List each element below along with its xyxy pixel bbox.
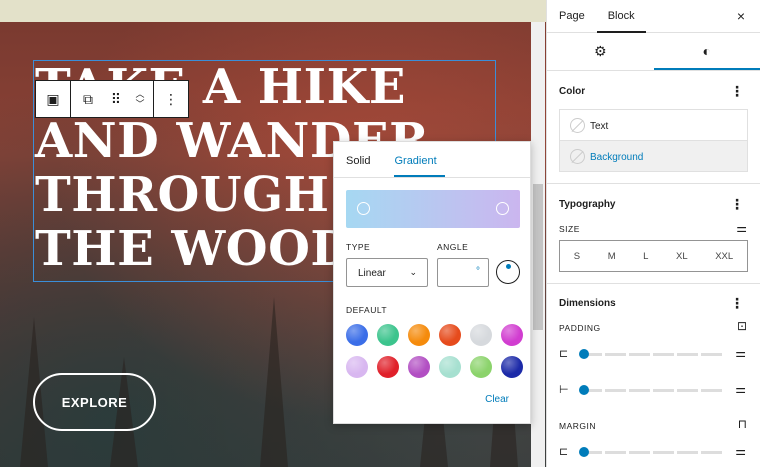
color-panel-title: Color: [559, 86, 586, 97]
padding-vertical-slider[interactable]: ⊏ ⚌: [559, 346, 748, 362]
custom-size-icon[interactable]: ⚌: [736, 221, 747, 235]
tab-solid[interactable]: Solid: [346, 142, 370, 177]
angle-dial[interactable]: [496, 260, 520, 284]
empty-color-icon: [570, 149, 585, 164]
block-toolbar: ▣ ⧉ ⠿ ︿ ﹀ ⋮: [35, 80, 189, 118]
canvas-scrollbar-thumb[interactable]: [533, 184, 543, 330]
gradient-popover: Solid Gradient TYPE ANGLE Linear ⌄ ° DEF…: [333, 141, 531, 424]
size-label: SIZE: [559, 224, 580, 234]
popover-tabs: Solid Gradient: [334, 142, 530, 178]
editor-canvas[interactable]: TAKE A HIKE AND WANDER THROUGH THE WOODS…: [0, 0, 546, 467]
color-item-label: Text: [590, 121, 609, 132]
gradient-swatch[interactable]: [439, 356, 461, 378]
angle-unit: °: [476, 266, 480, 277]
angle-dial-indicator: [506, 264, 511, 269]
vertical-sides-icon: ⊏: [559, 446, 569, 458]
dimensions-panel-title: Dimensions: [559, 298, 616, 309]
clear-button[interactable]: Clear: [485, 394, 509, 405]
gradient-swatch[interactable]: [470, 324, 492, 346]
size-l[interactable]: L: [643, 251, 648, 262]
padding-label: PADDING: [559, 323, 601, 333]
color-item-background[interactable]: Background: [559, 140, 748, 172]
angle-label: ANGLE: [437, 242, 469, 252]
gradient-swatch[interactable]: [501, 356, 523, 378]
slider-track[interactable]: [581, 389, 723, 392]
canvas-top-strip: [0, 0, 546, 22]
gradient-swatch[interactable]: [408, 356, 430, 378]
styles-contrast-icon[interactable]: ◐: [653, 33, 760, 70]
gradient-swatch[interactable]: [408, 324, 430, 346]
default-palette-label: DEFAULT: [346, 305, 388, 315]
tree-silhouette: [260, 297, 288, 467]
slider-handle[interactable]: [579, 385, 589, 395]
slider-handle[interactable]: [579, 447, 589, 457]
color-options-icon[interactable]: ⋮: [730, 83, 744, 100]
settings-gear-icon[interactable]: ⚙: [547, 33, 654, 70]
dimensions-options-icon[interactable]: ⋮: [730, 295, 744, 312]
custom-value-icon[interactable]: ⚌: [735, 382, 746, 396]
tab-block[interactable]: Block: [596, 0, 646, 33]
tab-page[interactable]: Page: [547, 0, 597, 33]
size-s[interactable]: S: [574, 251, 580, 262]
gradient-stop-handle[interactable]: [496, 202, 509, 215]
color-item-text[interactable]: Text: [559, 109, 748, 141]
slider-handle[interactable]: [579, 349, 589, 359]
gradient-bar[interactable]: [346, 190, 520, 228]
custom-value-icon[interactable]: ⚌: [735, 346, 746, 360]
dimensions-panel: Dimensions ⋮ PADDING ⊡ ⊏ ⚌ ⊢ ⚌ MARGIN ⊓ …: [547, 284, 760, 467]
move-up-down-icon[interactable]: ︿ ﹀: [127, 81, 153, 117]
gradient-swatch[interactable]: [346, 324, 368, 346]
toolbar-group-options: ⋮: [154, 81, 188, 117]
type-select-value: Linear: [358, 268, 386, 279]
empty-color-icon: [570, 118, 585, 133]
gradient-swatch[interactable]: [470, 356, 492, 378]
settings-sidebar: Page Block × ⚙ ◐ Color ⋮ Text Background…: [546, 0, 760, 467]
margin-vertical-slider[interactable]: ⊏ ⚌: [559, 444, 748, 460]
tab-gradient[interactable]: Gradient: [394, 142, 445, 177]
padding-horizontal-slider[interactable]: ⊢ ⚌: [559, 382, 748, 398]
inspector-subtabs: ⚙ ◐: [547, 33, 760, 71]
gradient-swatch[interactable]: [377, 356, 399, 378]
gradient-swatch[interactable]: [377, 324, 399, 346]
toolbar-group-move: ⧉ ⠿ ︿ ﹀: [71, 81, 154, 117]
gradient-swatch[interactable]: [439, 324, 461, 346]
duplicate-icon[interactable]: ⧉: [71, 81, 105, 117]
padding-sides-icon[interactable]: ⊡: [737, 319, 747, 333]
color-panel: Color ⋮ Text Background: [547, 72, 760, 184]
color-item-label: Background: [590, 152, 644, 163]
margin-label: MARGIN: [559, 421, 596, 431]
horizontal-sides-icon: ⊢: [559, 384, 569, 396]
more-options-icon[interactable]: ⋮: [154, 81, 188, 117]
vertical-sides-icon: ⊏: [559, 348, 569, 360]
angle-input[interactable]: °: [437, 258, 489, 287]
block-type-icon[interactable]: ▣: [36, 81, 70, 117]
gradient-swatch[interactable]: [501, 324, 523, 346]
toolbar-group-type: ▣: [36, 81, 71, 117]
sidebar-tabs: Page Block ×: [547, 0, 760, 33]
close-icon[interactable]: ×: [737, 8, 745, 24]
gradient-swatches: [346, 324, 526, 378]
size-xl[interactable]: XL: [676, 251, 688, 262]
slider-track[interactable]: [581, 451, 723, 454]
drag-handle-icon[interactable]: ⠿: [105, 81, 127, 117]
size-xxl[interactable]: XXL: [715, 251, 733, 262]
font-size-picker: S M L XL XXL: [559, 240, 748, 272]
size-m[interactable]: M: [608, 251, 616, 262]
gradient-swatch[interactable]: [346, 356, 368, 378]
type-label: TYPE: [346, 242, 371, 252]
explore-button[interactable]: EXPLORE: [33, 373, 156, 431]
typography-options-icon[interactable]: ⋮: [730, 196, 744, 213]
chevron-down-icon: ⌄: [409, 267, 417, 277]
custom-value-icon[interactable]: ⚌: [735, 444, 746, 458]
gradient-type-select[interactable]: Linear ⌄: [346, 258, 428, 287]
margin-sides-icon[interactable]: ⊓: [738, 417, 747, 431]
typography-panel-title: Typography: [559, 199, 616, 210]
slider-track[interactable]: [581, 353, 723, 356]
gradient-stop-handle[interactable]: [357, 202, 370, 215]
